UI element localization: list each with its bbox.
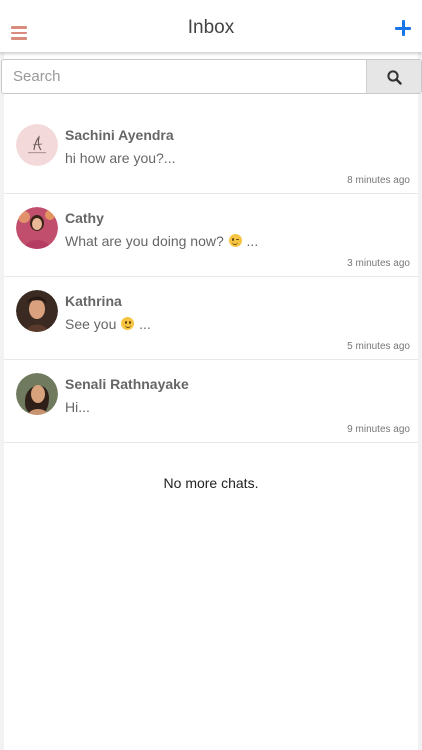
chat-item-senali[interactable]: Senali Rathnayake Hi... 9 minutes ago xyxy=(4,360,418,443)
chat-name: Sachini Ayendra xyxy=(65,127,174,143)
chat-timestamp: 9 minutes ago xyxy=(347,424,410,435)
chat-message: See you ... xyxy=(65,316,151,332)
chat-item-sachini[interactable]: Sachini Ayendra hi how are you?... 8 min… xyxy=(4,111,418,194)
search-button[interactable] xyxy=(366,60,421,93)
right-border xyxy=(418,50,422,750)
chat-message-suffix: ... xyxy=(139,316,151,332)
chat-item-cathy[interactable]: Cathy What are you doing now? ... 3 minu… xyxy=(4,194,418,277)
search-icon xyxy=(387,70,402,85)
chat-name: Cathy xyxy=(65,210,104,226)
search-input[interactable] xyxy=(2,60,365,93)
chat-message-text: See you xyxy=(65,316,117,332)
avatar xyxy=(16,207,58,249)
chat-message-suffix: ... xyxy=(246,233,259,249)
chat-message: Hi... xyxy=(65,399,90,415)
chat-name: Senali Rathnayake xyxy=(65,376,189,392)
chat-message: What are you doing now? ... xyxy=(65,233,258,249)
no-more-chats-text: No more chats. xyxy=(163,475,259,491)
chat-list: Sachini Ayendra hi how are you?... 8 min… xyxy=(4,111,418,443)
smile-emoji-icon xyxy=(121,317,135,330)
top-bar: Inbox xyxy=(0,0,422,52)
chat-message-text: What are you doing now? xyxy=(65,233,224,249)
chat-timestamp: 8 minutes ago xyxy=(347,175,410,186)
chat-timestamp: 3 minutes ago xyxy=(347,258,410,269)
chat-item-kathrina[interactable]: Kathrina See you ... 5 minutes ago xyxy=(4,277,418,360)
avatar xyxy=(16,373,58,415)
search-bar xyxy=(1,59,422,94)
avatar xyxy=(16,290,58,332)
chat-timestamp: 5 minutes ago xyxy=(347,341,410,352)
plus-icon[interactable] xyxy=(395,20,411,36)
chat-message: hi how are you?... xyxy=(65,150,176,166)
wink-emoji-icon xyxy=(228,234,242,247)
chat-name: Kathrina xyxy=(65,293,122,309)
page-title: Inbox xyxy=(187,17,235,38)
avatar xyxy=(16,124,58,166)
